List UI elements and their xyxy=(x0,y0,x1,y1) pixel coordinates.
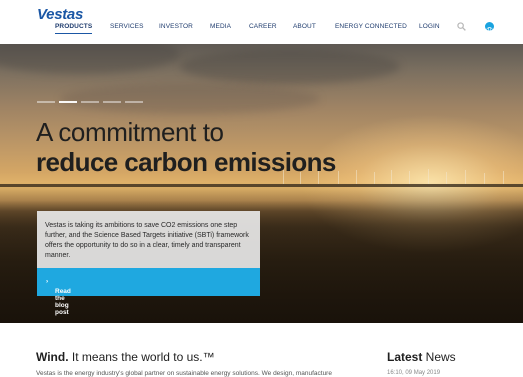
hero-title: A commitment to reduce carbon emissions xyxy=(36,117,336,177)
active-nav-underline xyxy=(55,33,92,34)
hero-banner: A commitment to reduce carbon emissions … xyxy=(0,44,523,323)
nav-login[interactable]: LOGIN xyxy=(419,23,440,30)
nav-about[interactable]: ABOUT xyxy=(293,23,316,30)
slide-dot-active[interactable] xyxy=(59,101,77,103)
tagline-rest: It means the world to us.™ xyxy=(68,350,215,364)
tagline: Wind. It means the world to us.™ xyxy=(36,350,215,364)
vestas-logo[interactable]: Vestas xyxy=(37,6,83,23)
hero-cloud xyxy=(180,49,400,84)
hero-cloud xyxy=(60,84,320,114)
globe-icon[interactable] xyxy=(485,22,494,34)
nav-investor[interactable]: INVESTOR xyxy=(159,23,193,30)
slide-dot[interactable] xyxy=(81,101,99,103)
news-date: 16:10, 09 May 2019 xyxy=(387,370,441,376)
site-header: Vestas PRODUCTS SERVICES INVESTOR MEDIA … xyxy=(0,0,523,44)
hero-card-text: Vestas is taking its ambitions to save C… xyxy=(45,222,249,259)
slide-dot[interactable] xyxy=(103,101,121,103)
slide-dot[interactable] xyxy=(37,101,55,103)
latest-news-heading: Latest News xyxy=(387,350,456,364)
read-blog-post-label: Read the blog post › xyxy=(46,278,71,316)
hero-title-line1: A commitment to xyxy=(36,117,224,147)
hero-title-line2: reduce carbon emissions xyxy=(36,147,336,177)
latest-news-bold: Latest xyxy=(387,350,423,364)
nav-services[interactable]: SERVICES xyxy=(110,23,144,30)
latest-news-rest: News xyxy=(422,350,456,364)
slide-indicator xyxy=(37,101,157,104)
search-icon[interactable] xyxy=(457,22,466,31)
nav-products[interactable]: PRODUCTS xyxy=(55,23,92,30)
intro-body-text: Vestas is the energy industry's global p… xyxy=(36,370,332,377)
nav-career[interactable]: CAREER xyxy=(249,23,277,30)
slide-dot[interactable] xyxy=(125,101,143,103)
read-blog-post-button[interactable]: Read the blog post › xyxy=(37,268,260,316)
hero-cloud xyxy=(0,44,180,74)
nav-energy-connected[interactable]: ENERGY CONNECTED xyxy=(335,23,407,30)
tagline-bold: Wind. xyxy=(36,350,69,364)
main-nav: PRODUCTS SERVICES INVESTOR MEDIA CAREER … xyxy=(0,23,523,35)
nav-media[interactable]: MEDIA xyxy=(210,23,231,30)
